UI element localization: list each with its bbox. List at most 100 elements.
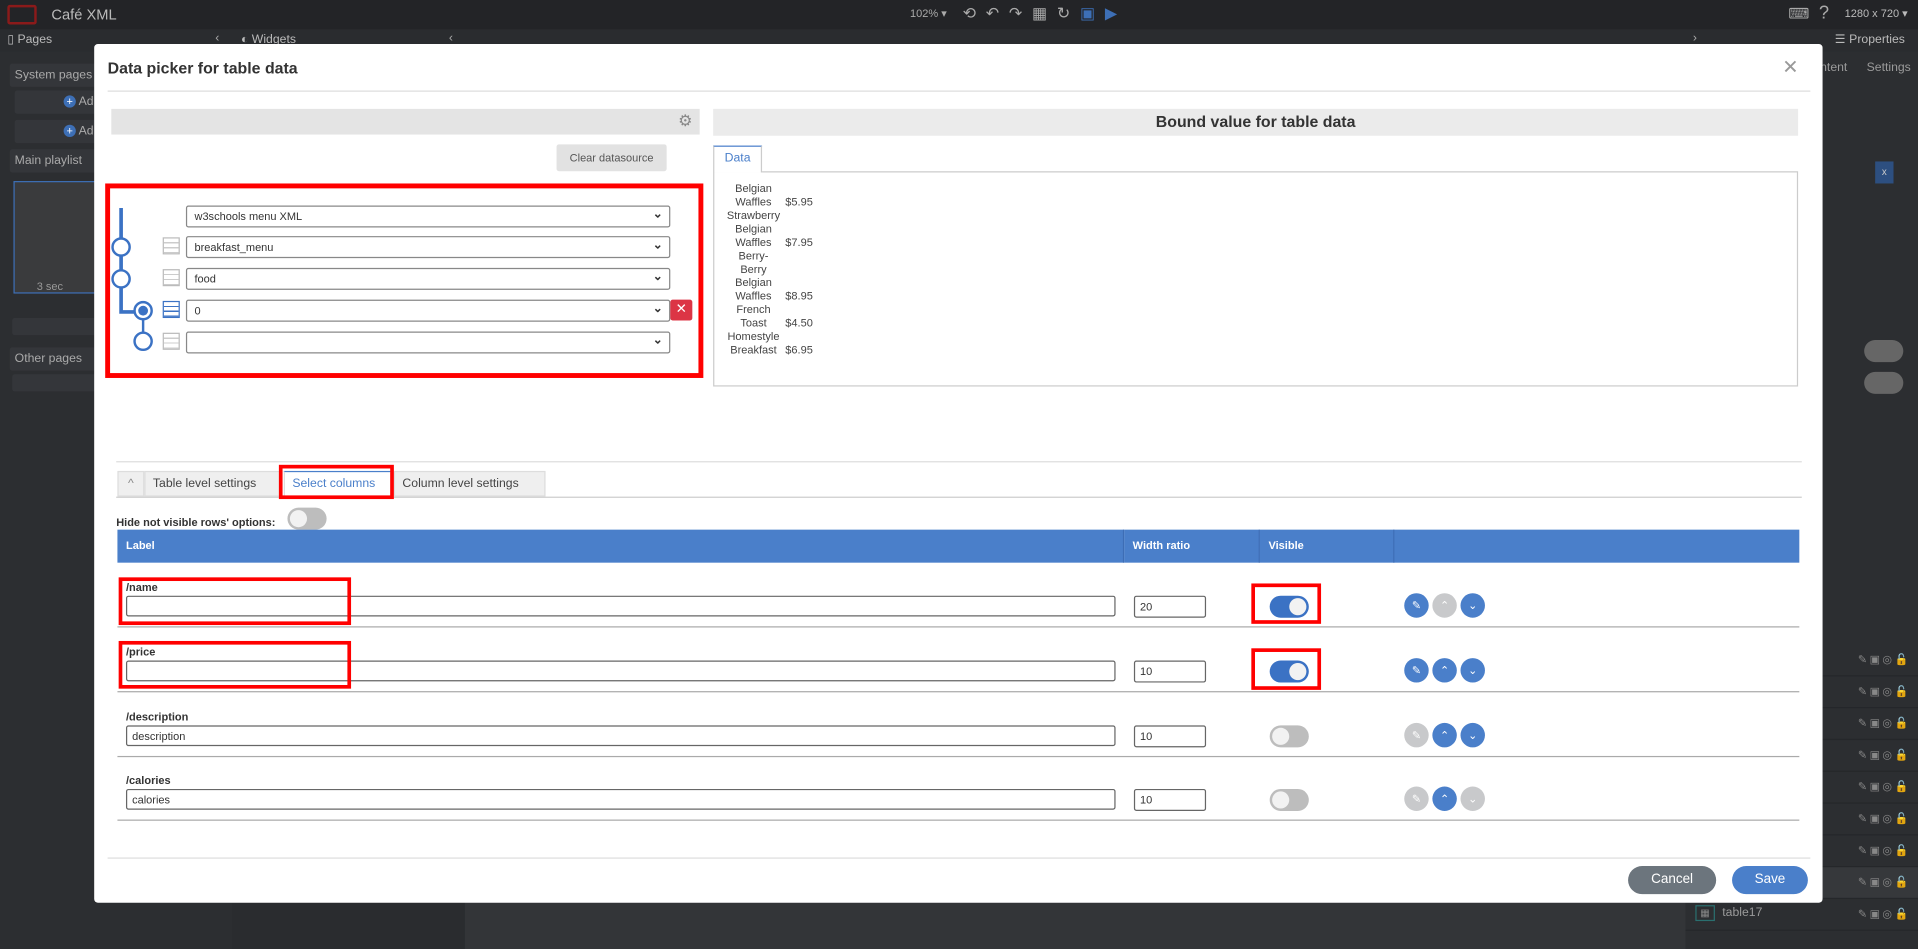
layer-actions-icons[interactable]: ✎▣◎🔓 [1858,717,1911,730]
layer-actions-icons[interactable]: ✎▣◎🔓 [1858,749,1911,762]
path-select-3[interactable]: 0 ⌄ [185,299,671,322]
resolution-value: 1280 x 720 [1844,7,1900,20]
table-icon [162,332,180,350]
redo-icon[interactable]: ↷ [1009,4,1032,22]
data-name-cell: Strawberry Belgian Waffles [726,209,781,249]
collapse-settings-button[interactable]: ^ [117,470,145,497]
move-up-icon[interactable]: ⌃ [1432,722,1457,748]
highlight-box-name-label [118,577,352,626]
close-icon[interactable]: ✕ [1782,55,1798,79]
layer-actions-icons[interactable]: ✎▣◎🔓 [1858,812,1911,825]
edit-icon[interactable]: ✎ [1404,593,1429,618]
move-up-icon[interactable]: ⌃ [1432,658,1457,683]
clear-datasource-button[interactable]: Clear datasource [556,144,667,172]
move-up-icon[interactable]: ⌃ [1432,786,1457,811]
data-name-cell: Homestyle Breakfast [727,330,780,356]
table-icon: ▦ [1695,905,1715,922]
app-logo [7,4,37,25]
layer-actions-icons[interactable]: ✎▣◎🔓 [1858,685,1911,698]
help-icon[interactable]: ? [1819,2,1829,23]
pages-label: Pages [17,33,53,47]
chevron-down-icon: ⌄ [652,238,663,252]
move-up-icon[interactable]: ⌃ [1432,593,1457,618]
layer-actions-icons[interactable]: ✎▣◎🔓 [1858,908,1911,921]
tab-data[interactable]: Data [713,145,763,173]
cancel-button[interactable]: Cancel [1628,866,1717,895]
zoom-select[interactable]: 102% ▾ [910,7,947,20]
move-down-icon[interactable]: ⌄ [1460,593,1485,618]
column-header-visible: Visible [1259,529,1395,563]
move-down-icon[interactable]: ⌄ [1460,658,1485,683]
chevron-down-icon: ⌄ [652,333,663,348]
edit-icon[interactable]: ✎ [1404,786,1429,811]
visible-toggle[interactable] [1269,725,1309,748]
tree-node[interactable] [133,331,153,352]
bound-value-title: Bound value for table data [713,108,1799,136]
property-toggle-1[interactable] [1864,340,1904,363]
layer-actions-icons[interactable]: ✎▣◎🔓 [1858,876,1911,889]
app-title: Café XML [51,6,117,24]
undo-icon[interactable]: ↶ [986,4,1009,22]
datasource-select[interactable]: w3schools menu XML ⌄ [185,205,671,228]
column-header-actions [1394,529,1800,563]
column-row: /name 20 ✎ ⌃ ⌄ [117,564,1800,628]
resolution-select[interactable]: 1280 x 720 ▾ [1845,7,1908,20]
save-icon[interactable]: ▣ [1080,4,1105,22]
visible-toggle[interactable] [1269,788,1309,811]
column-path: /description [125,710,189,723]
layer-actions-icons[interactable]: ✎▣◎🔓 [1858,844,1911,857]
page-thumbnail[interactable]: 3 sec [13,181,100,294]
path-select-4[interactable]: ⌄ [185,331,671,354]
hide-rows-label: Hide not visible rows' options: [116,516,276,529]
path-select-2[interactable]: food ⌄ [185,267,671,290]
width-ratio-input[interactable]: 20 [1133,595,1207,618]
hide-rows-toggle[interactable] [287,507,327,530]
layer-row-table17[interactable]: ▦ table17 ✎▣◎🔓 [1685,899,1918,931]
path-select-1[interactable]: breakfast_menu ⌄ [185,236,671,259]
remove-level-button[interactable]: ✕ [670,299,693,321]
select-value: breakfast_menu [194,240,274,254]
edit-icon[interactable]: ✎ [1404,658,1429,683]
data-name-cell: Belgian Waffles [735,182,772,208]
column-label-input[interactable]: description [125,725,1116,747]
edit-icon[interactable]: ✎ [1404,722,1429,748]
column-row: /price 10 ✎ ⌃ ⌄ [117,629,1800,693]
data-preview: Belgian Waffles $5.95 Strawberry Belgian W… [713,171,1799,387]
column-row: /description description 10 ✎ ⌃ ⌄ [117,694,1800,758]
width-ratio-input[interactable]: 10 [1133,725,1207,748]
width-ratio-input[interactable]: 10 [1133,660,1207,683]
layer-actions-icons[interactable]: ✎▣◎🔓 [1858,780,1911,793]
keyboard-icon[interactable]: ⌨ [1788,5,1809,22]
move-down-icon[interactable]: ⌄ [1460,722,1485,748]
highlight-box-price-visible [1251,648,1322,690]
table-icon [162,269,180,287]
tree-node[interactable] [111,237,131,257]
tree-node[interactable] [111,269,131,289]
play-icon[interactable]: ▶ [1105,4,1127,22]
layer-actions-icons[interactable]: ✎▣◎🔓 [1858,653,1911,666]
refresh-icon[interactable]: ↻ [1057,4,1080,22]
property-toggle-2[interactable] [1864,371,1904,394]
save-button[interactable]: Save [1732,866,1808,895]
tab-table-level-settings[interactable]: Table level settings [144,470,281,497]
add-label: Ad [78,95,94,109]
tree-connector [111,207,153,352]
chevron-down-icon: ⌄ [652,302,663,316]
column-label-input[interactable]: calories [125,788,1116,810]
history-icon[interactable]: ⟲ [963,4,986,22]
clear-icon[interactable]: x [1875,161,1894,184]
top-bar: Café XML 102% ▾ ⟲↶↷▦↻▣▶ ⌨ ? 1280 x 720 ▾ [0,0,1918,30]
tab-column-level-settings[interactable]: Column level settings [393,470,546,497]
highlight-box-name-visible [1251,583,1322,624]
grid-icon[interactable]: ▦ [1032,4,1057,22]
gear-icon[interactable]: ⚙ [678,111,692,131]
data-price-cell: $5.95 [785,195,813,208]
move-down-icon[interactable]: ⌄ [1460,786,1485,811]
highlight-box-price-label [118,640,352,689]
toolbar-icons: ⟲↶↷▦↻▣▶ [963,4,1127,24]
tab-content[interactable]: ntent [1820,61,1847,74]
tab-settings[interactable]: Settings [1867,61,1911,74]
width-ratio-input[interactable]: 10 [1133,788,1207,811]
add-label: Ad [78,124,94,139]
data-price-cell: $6.95 [785,343,813,356]
